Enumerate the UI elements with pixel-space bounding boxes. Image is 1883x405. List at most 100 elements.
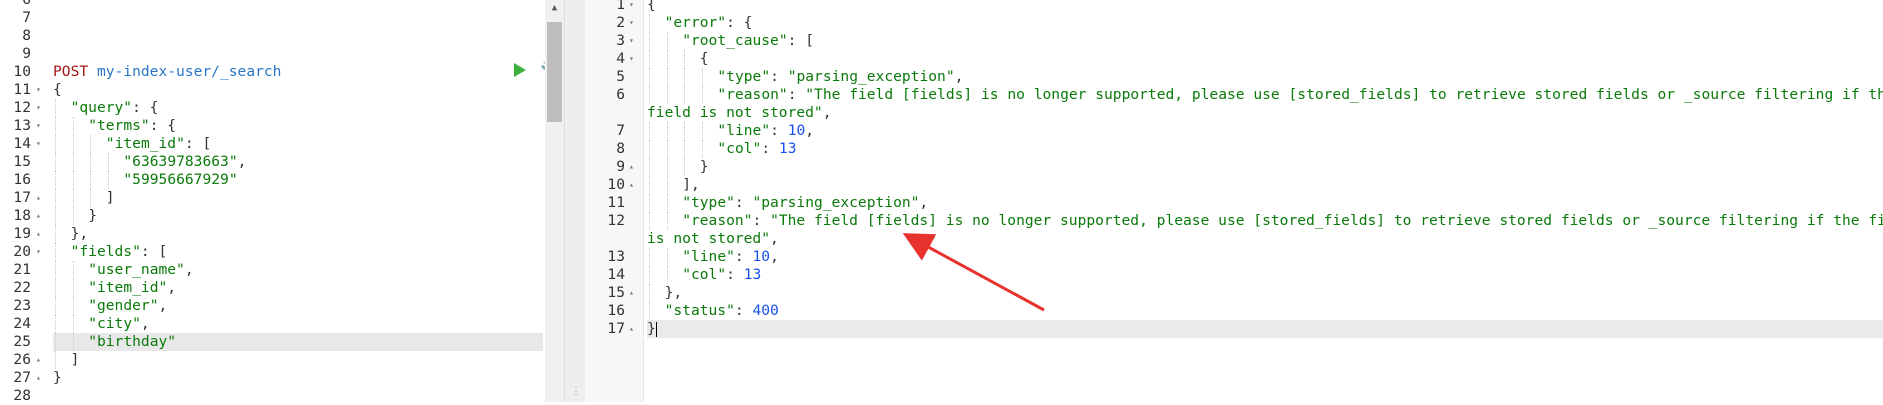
line-number: 21: [13, 261, 31, 278]
play-icon[interactable]: [514, 63, 526, 77]
indent-guide: [701, 86, 703, 104]
code-line[interactable]: "terms": {: [53, 117, 543, 135]
indent-guide: [55, 153, 56, 171]
indent-guide: [666, 32, 668, 50]
line-number: 24: [13, 315, 31, 332]
code-token: "terms": [88, 117, 150, 134]
code-line[interactable]: "col": 13: [647, 140, 1883, 158]
fold-end-icon[interactable]: ▴: [36, 189, 46, 207]
fold-collapse-icon[interactable]: ▾: [36, 135, 46, 153]
fold-collapse-icon[interactable]: ▾: [36, 81, 46, 99]
code-line[interactable]: {: [647, 0, 1883, 14]
code-line[interactable]: "line": 10,: [647, 122, 1883, 140]
indent-guide: [55, 189, 56, 207]
code-line[interactable]: "error": {: [647, 14, 1883, 32]
request-code-area[interactable]: POST my-index-user/_search{"query": {"te…: [53, 0, 543, 402]
code-line[interactable]: "item_id",: [53, 279, 543, 297]
code-token: "63639783663": [123, 153, 238, 170]
code-token: "59956667929": [123, 171, 238, 188]
fold-end-icon[interactable]: ▴: [629, 158, 639, 176]
code-line[interactable]: "query": {: [53, 99, 543, 117]
code-line[interactable]: "line": 10,: [647, 248, 1883, 266]
code-line[interactable]: }: [53, 369, 543, 387]
code-line[interactable]: },: [53, 225, 543, 243]
fold-collapse-icon[interactable]: ▾: [36, 243, 46, 261]
code-line[interactable]: [53, 9, 543, 27]
fold-end-icon[interactable]: ▴: [36, 225, 46, 243]
code-line[interactable]: POST my-index-user/_search: [53, 63, 543, 81]
line-number: 7: [616, 122, 625, 139]
fold-end-icon[interactable]: ▴: [629, 284, 639, 302]
drag-grip-icon[interactable]: ⋮: [571, 386, 581, 398]
code-line[interactable]: field is not stored",: [647, 104, 1883, 122]
code-line[interactable]: "birthday": [53, 333, 543, 351]
fold-end-icon[interactable]: ▴: [36, 369, 46, 387]
response-line-gutter: 1 ▾ 2 ▾ 3 ▾ 4 ▾ 5 6 7 8 9 ▴ 10 ▴ 11 12 13 14 15 ▴ 16 17 ▴: [585, 0, 644, 402]
code-line[interactable]: ]: [53, 189, 543, 207]
code-line[interactable]: ]: [53, 351, 543, 369]
scroll-up-arrow-icon[interactable]: ▲: [545, 0, 564, 16]
fold-end-icon[interactable]: ▴: [629, 320, 639, 338]
code-token: "col": [682, 266, 727, 283]
fold-collapse-icon[interactable]: ▾: [629, 50, 639, 68]
code-line[interactable]: "type": "parsing_exception",: [647, 68, 1883, 86]
code-line[interactable]: },: [647, 284, 1883, 302]
code-line[interactable]: [53, 27, 543, 45]
code-token: "gender": [88, 297, 159, 314]
indent-guide: [649, 212, 650, 230]
pane-resize-divider[interactable]: ⋮: [564, 0, 586, 402]
request-scrollbar[interactable]: ▲: [545, 0, 564, 402]
code-line[interactable]: ],: [647, 176, 1883, 194]
code-line[interactable]: "item_id": [: [53, 135, 543, 153]
fold-collapse-icon[interactable]: ▾: [36, 117, 46, 135]
code-line[interactable]: "59956667929": [53, 171, 543, 189]
fold-end-icon[interactable]: ▴: [36, 351, 46, 369]
indent-guide: [90, 153, 92, 171]
code-line[interactable]: "reason": "The field [fields] is no long…: [647, 86, 1883, 104]
code-line[interactable]: "gender",: [53, 297, 543, 315]
line-number: 15: [607, 284, 625, 301]
fold-collapse-icon[interactable]: ▾: [36, 99, 46, 117]
code-line[interactable]: "63639783663",: [53, 153, 543, 171]
indent-guide: [72, 135, 74, 153]
code-line[interactable]: "reason": "The field [fields] is no long…: [647, 212, 1883, 230]
code-line[interactable]: "root_cause": [: [647, 32, 1883, 50]
code-token: : [: [184, 135, 212, 152]
indent-guide: [701, 122, 703, 140]
indent-guide: [666, 68, 668, 86]
line-number: 18: [13, 207, 31, 224]
fold-end-icon[interactable]: ▴: [36, 207, 46, 225]
code-line[interactable]: "status": 400: [647, 302, 1883, 320]
code-line[interactable]: [53, 45, 543, 63]
code-line[interactable]: [53, 387, 543, 405]
response-code-area[interactable]: {"error": {"root_cause": [{"type": "pars…: [647, 0, 1883, 402]
indent-guide: [55, 171, 56, 189]
indent-guide: [666, 86, 668, 104]
code-line[interactable]: "type": "parsing_exception",: [647, 194, 1883, 212]
scrollbar-thumb[interactable]: [547, 22, 562, 122]
code-line[interactable]: is not stored",: [647, 230, 1883, 248]
code-line[interactable]: [53, 0, 543, 9]
fold-collapse-icon[interactable]: ▾: [629, 32, 639, 50]
code-line[interactable]: }: [53, 207, 543, 225]
code-line[interactable]: "fields": [: [53, 243, 543, 261]
indent-guide: [72, 279, 74, 297]
code-token: :: [734, 302, 753, 319]
code-line[interactable]: }: [647, 158, 1883, 176]
code-token: "col": [717, 140, 762, 157]
indent-guide: [72, 207, 74, 225]
indent-guide: [72, 315, 74, 333]
code-token: "user_name": [88, 261, 185, 278]
code-line[interactable]: {: [53, 81, 543, 99]
code-line[interactable]: {: [647, 50, 1883, 68]
code-line[interactable]: "col": 13: [647, 266, 1883, 284]
code-token: "type": [682, 194, 735, 211]
request-editor[interactable]: 67891011 ▾ 12 ▾ 13 ▾ 14 ▾ 151617 ▴ 18 ▴ 19 ▴ 20 ▾ 212223…: [0, 0, 560, 404]
indent-guide: [666, 158, 668, 176]
fold-end-icon[interactable]: ▴: [629, 176, 639, 194]
code-line[interactable]: }: [647, 320, 1883, 338]
fold-collapse-icon[interactable]: ▾: [629, 0, 639, 14]
fold-collapse-icon[interactable]: ▾: [629, 14, 639, 32]
code-line[interactable]: "city",: [53, 315, 543, 333]
code-line[interactable]: "user_name",: [53, 261, 543, 279]
